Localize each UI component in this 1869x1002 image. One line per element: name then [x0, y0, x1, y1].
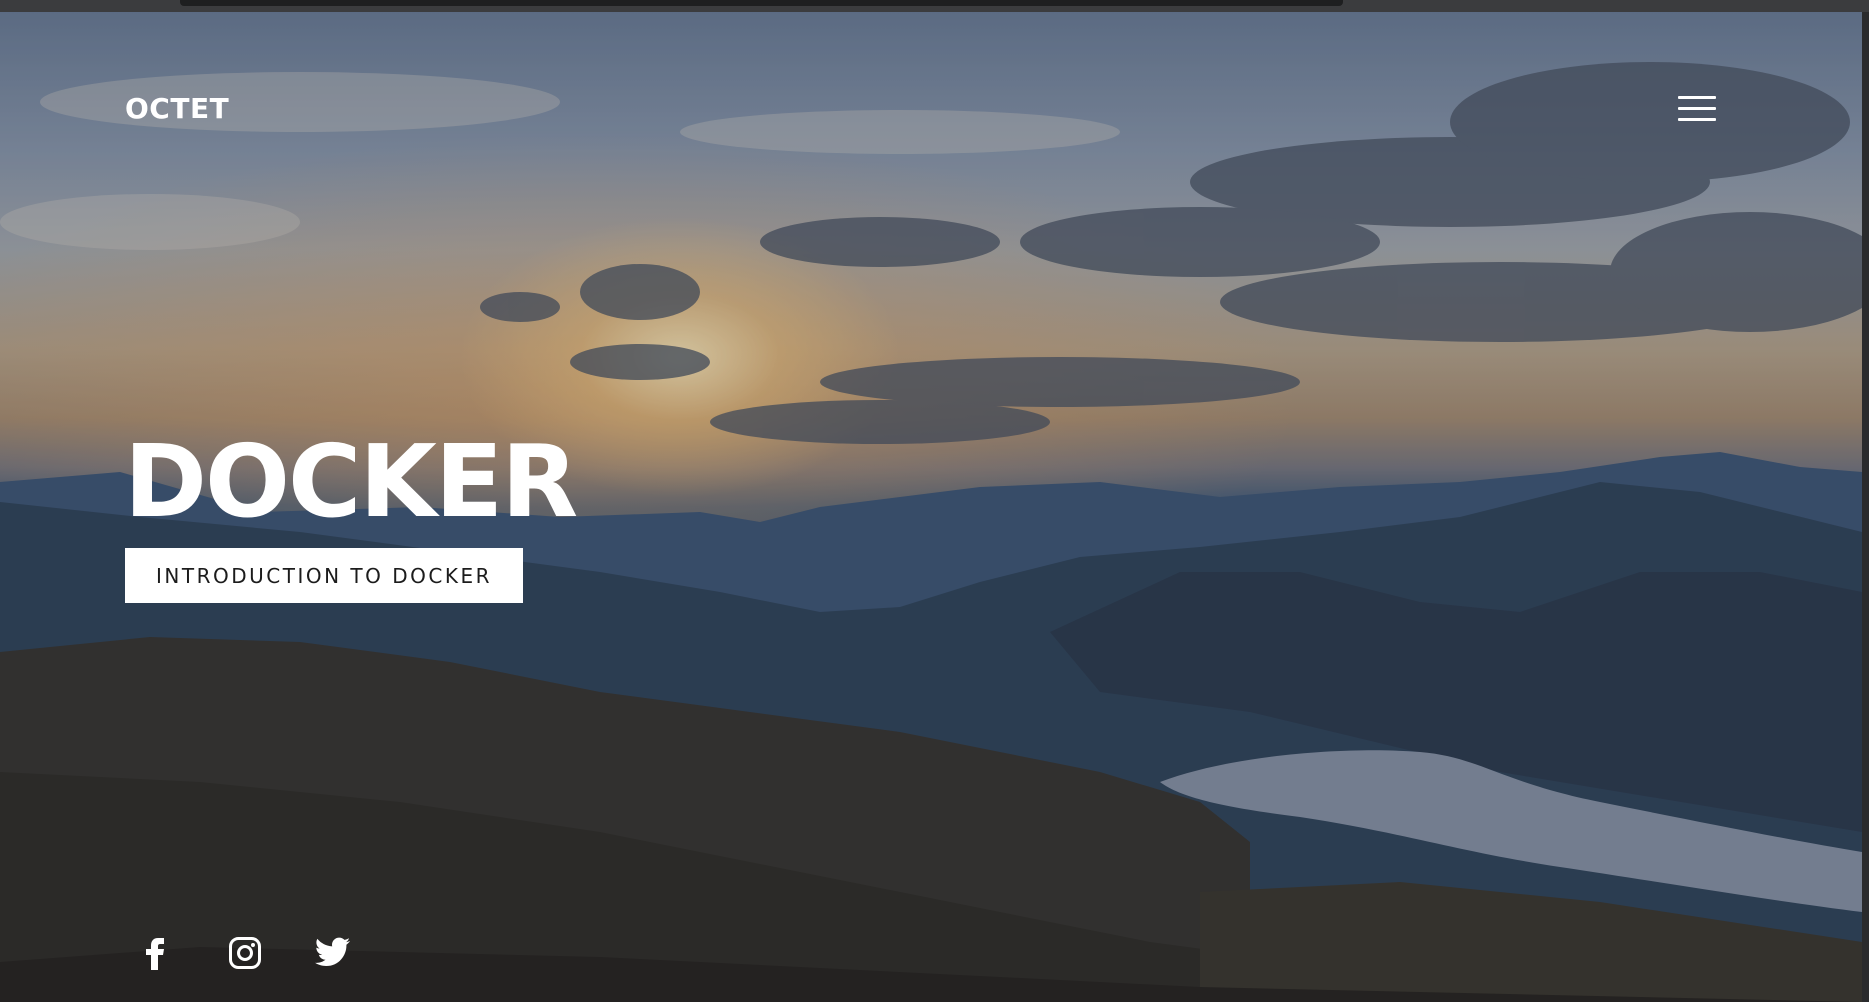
brand-logo[interactable]: OCTET [125, 92, 229, 125]
facebook-icon[interactable] [138, 934, 176, 972]
window-right-edge [1862, 12, 1869, 1002]
menu-bar-top [1678, 96, 1716, 99]
instagram-icon[interactable] [226, 934, 264, 972]
introduction-to-docker-button[interactable]: INTRODUCTION TO DOCKER [125, 548, 523, 603]
browser-top-strip [0, 0, 1869, 12]
top-scroll-track [180, 0, 1343, 6]
social-links [138, 934, 352, 972]
menu-bar-middle [1678, 107, 1716, 110]
twitter-icon[interactable] [314, 934, 352, 972]
hero-title: DOCKER [124, 423, 578, 540]
hamburger-menu-icon[interactable] [1678, 96, 1718, 126]
menu-bar-bottom [1678, 118, 1716, 121]
hero-section: OCTET DOCKER INTRODUCTION TO DOCKER [0, 12, 1862, 1002]
